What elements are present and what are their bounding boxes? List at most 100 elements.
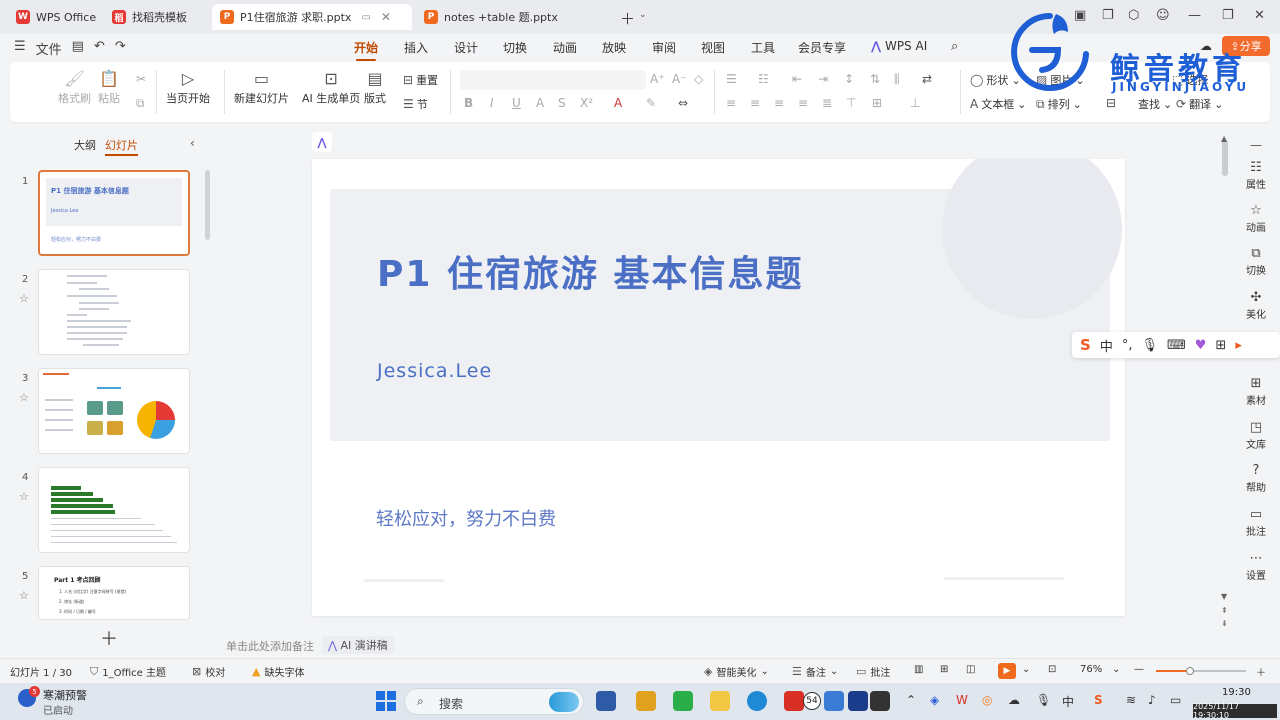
file-menu[interactable]: 文件 (36, 39, 62, 58)
menu-tools[interactable]: 工具 (751, 39, 775, 56)
collapse-sidebar-icon[interactable]: — (1250, 138, 1262, 152)
slide-thumbnail-3[interactable] (38, 368, 190, 454)
star-icon[interactable]: ☆ (19, 391, 29, 404)
microphone-icon[interactable]: 🎙 (1141, 338, 1158, 353)
cloud-icon[interactable]: ☁ (1008, 693, 1020, 707)
comments-toggle[interactable]: ▭ 批注 (856, 664, 890, 679)
ime-more-icon[interactable]: ▸ (1235, 338, 1242, 353)
wps-taskbar-icon[interactable] (784, 691, 804, 711)
sidebar-transition[interactable]: ⧉ 切换 (1232, 246, 1280, 277)
star-icon[interactable]: ☆ (19, 490, 29, 503)
tab-outline[interactable]: 大纲 (74, 137, 96, 153)
sync-icon[interactable]: ◎ (982, 693, 992, 707)
ime-language[interactable]: 中 (1100, 336, 1113, 355)
layout-button[interactable]: ▤ 版式 (364, 68, 386, 106)
smart-beautify-button[interactable]: ◈ 智能美化 ⌄ (704, 664, 769, 679)
translate-button[interactable]: ⟳ 翻译 ⌄ (1176, 96, 1223, 112)
shield-icon[interactable]: ◈ (930, 693, 939, 707)
sidebar-settings[interactable]: ⋯ 设置 (1232, 551, 1280, 582)
tab-p1-pptx[interactable]: P P1住宿旅游 求职.pptx ▭ ✕ (212, 4, 412, 30)
menu-transitions[interactable]: 切换 (503, 39, 527, 56)
text-direction-icon[interactable]: ⇅ (870, 72, 880, 86)
menu-home[interactable]: 开始 (354, 39, 378, 61)
cube-icon[interactable]: ⬡ (1128, 8, 1139, 23)
align-top-icon[interactable]: ⊤ (846, 96, 856, 110)
menu-design[interactable]: 设计 (454, 39, 478, 56)
wechat-icon[interactable] (673, 691, 693, 711)
arrange-button[interactable]: ⧉ 排列 ⌄ (1036, 96, 1082, 112)
zoom-out-icon[interactable]: — (1134, 664, 1144, 675)
clear-format-icon[interactable]: ◇ (694, 72, 703, 86)
numbered-list-icon[interactable]: ☷ (758, 72, 769, 86)
app-icon[interactable] (870, 691, 890, 711)
menu-wps-ai[interactable]: ⋀ WPS AI (871, 39, 927, 53)
monitor-icon[interactable]: ▭ (361, 12, 370, 23)
minimize-icon[interactable]: — (1188, 8, 1201, 23)
copy-icon[interactable]: ⧉ (136, 96, 145, 111)
ime-toolbar[interactable]: S 中 °, 🎙 ⌨ ♥ ⊞ ▸ (1072, 332, 1280, 358)
menu-animations[interactable]: 动画 (553, 39, 577, 56)
user-icon[interactable]: ☺ (1156, 8, 1170, 23)
current-slide[interactable]: P1 住宿旅游 基本信息题 Jessica.Lee 轻松应对，努力不白费 (312, 159, 1125, 616)
missing-font-button[interactable]: ▲ 缺失字体 (252, 664, 304, 679)
find-button[interactable]: 查找 ⌄ (1138, 96, 1172, 112)
ai-generate-button[interactable]: ⊡ AI 生成单页 (302, 68, 360, 106)
shadow-icon[interactable]: S (558, 96, 566, 110)
column-icon[interactable]: ⫼ (894, 72, 900, 87)
start-from-current-button[interactable]: ▷ 当页开始 (166, 68, 210, 106)
wifi-icon[interactable]: ≋ (1126, 693, 1136, 707)
scroll-up-icon[interactable]: ▲ (1221, 134, 1227, 143)
superscript-icon[interactable]: X² (580, 96, 593, 110)
ime-tray-icon[interactable]: 中 (1062, 693, 1074, 710)
font-decrease-icon[interactable]: A⁻ (672, 72, 687, 86)
convert-icon[interactable]: ⇄ (922, 72, 932, 86)
widget-app-icon[interactable] (636, 691, 656, 711)
edge-browser-icon[interactable] (747, 691, 767, 711)
sidebar-material[interactable]: ⊞ 素材 (1232, 376, 1280, 407)
sidebar-library[interactable]: ◳ 文库 (1232, 420, 1280, 451)
star-icon[interactable]: ☆ (19, 292, 29, 305)
textbox-button[interactable]: A 文本框 ⌄ (970, 96, 1026, 112)
theme-indicator[interactable]: ⛉ 1_Office 主题 (90, 664, 166, 680)
char-spacing-icon[interactable]: ⇔ (678, 96, 688, 110)
chevron-down-icon[interactable]: ⌄ (639, 10, 647, 20)
sidebar-help[interactable]: ? 帮助 (1232, 463, 1280, 494)
close-icon[interactable]: ✕ (381, 10, 391, 24)
wps-ai-icon[interactable]: ⋀ (312, 132, 332, 152)
slide-thumbnail-2[interactable] (38, 269, 190, 355)
italic-icon[interactable]: I (490, 96, 494, 110)
window-layout-icon[interactable]: ❐ (1102, 8, 1114, 23)
new-tab-icon[interactable]: ＋ (620, 8, 635, 29)
task-view-icon[interactable] (596, 691, 616, 711)
app-icon[interactable] (824, 691, 844, 711)
zoom-level[interactable]: 76% (1080, 664, 1102, 675)
reading-view-icon[interactable]: ◫ (966, 664, 975, 675)
font-color-icon[interactable]: A (614, 96, 622, 110)
indent-decrease-icon[interactable]: ⇤ (792, 72, 802, 86)
sidebar-animation[interactable]: ☆ 动画 (1232, 203, 1280, 234)
format-painter-button[interactable]: 🖌 格式刷 (58, 68, 91, 106)
taskbar-search[interactable]: ⌕ 搜索 (404, 688, 584, 715)
menu-slideshow[interactable]: 放映 (602, 39, 626, 56)
vertical-scrollbar[interactable] (1222, 140, 1228, 176)
sogou-tray-icon[interactable]: S (1094, 693, 1103, 707)
tab-wps-office[interactable]: W WPS Office (8, 4, 104, 30)
font-name-select[interactable] (460, 70, 646, 90)
microphone-icon[interactable]: 🎙 (1036, 693, 1051, 707)
underline-icon[interactable]: U (512, 96, 521, 110)
thumbnail-scrollbar[interactable] (205, 170, 210, 240)
tab-template[interactable]: 稻 找稻壳模板 (104, 4, 195, 30)
undo-icon[interactable]: ↶ (94, 39, 105, 58)
zoom-in-icon[interactable]: ＋ (1256, 664, 1266, 679)
bold-icon[interactable]: B (464, 96, 473, 110)
align-center-icon[interactable]: ≡ (750, 96, 760, 110)
notes-placeholder[interactable]: 单击此处添加备注 (226, 638, 314, 654)
slide-thumbnail-1[interactable]: P1 住宿旅游 基本信息题 Jessica Lee 轻松应对，努力不白费 (38, 170, 190, 256)
menu-view[interactable]: 视图 (701, 39, 725, 56)
align-left-icon[interactable]: ≡ (726, 96, 736, 110)
section-button[interactable]: ☰ 节 (403, 96, 428, 112)
windows-start-icon[interactable] (376, 691, 396, 711)
new-slide-button[interactable]: ▭ 新建幻灯片 (234, 68, 289, 106)
distribute-icon[interactable]: ≣ (822, 96, 832, 110)
proofread-button[interactable]: ⊠ 校对 (192, 664, 225, 679)
